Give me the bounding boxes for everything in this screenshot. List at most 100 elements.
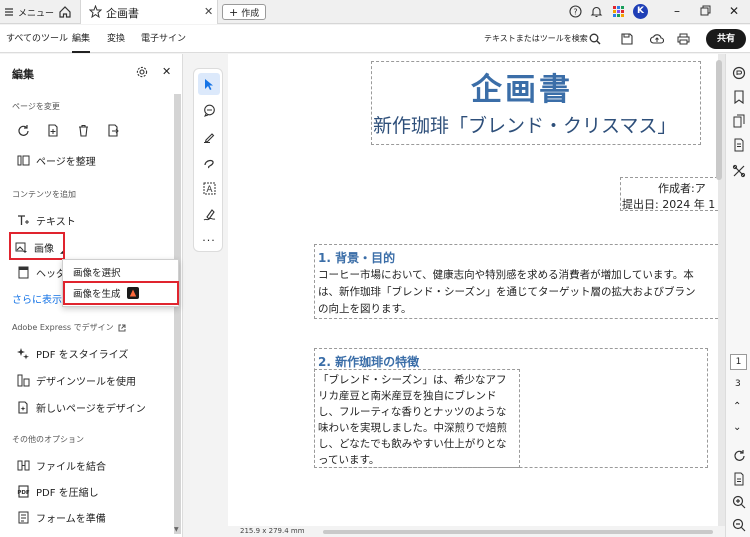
generate-image-highlight-box <box>63 281 179 305</box>
cursor-icon <box>203 78 215 91</box>
search-icon[interactable] <box>589 33 601 45</box>
close-panel-icon[interactable]: ✕ <box>162 65 171 78</box>
minimize-icon[interactable]: – <box>674 4 680 18</box>
author-line: 作成者:ア <box>658 182 706 195</box>
more-tools-icon[interactable]: ··· <box>198 229 220 251</box>
tools-icon[interactable] <box>732 164 746 178</box>
freehand-icon <box>203 156 216 169</box>
page-down-icon[interactable]: ⌄ <box>733 422 741 433</box>
section2-line: 「ブレンド・シーズン」は、希少なアフ <box>318 374 507 386</box>
stylize-pdf-item[interactable]: PDF をスタイライズ <box>16 344 128 362</box>
text-tool-label: テキスト <box>36 216 76 228</box>
compress-icon: PDF <box>16 484 30 498</box>
restore-icon[interactable] <box>700 5 711 16</box>
svg-text:PDF: PDF <box>17 490 30 496</box>
insert-page-icon[interactable] <box>47 124 60 137</box>
search-tools-label[interactable]: テキストまたはツールを検索 <box>484 25 588 53</box>
upload-cloud-icon[interactable] <box>650 33 664 45</box>
header-footer-icon <box>16 265 30 279</box>
ai-assistant-icon[interactable] <box>732 66 746 80</box>
image-highlight-box <box>9 232 65 260</box>
select-image-option[interactable]: 画像を選択 <box>73 265 121 279</box>
main-toolbar: すべてのツール 編集 変換 電子サイン テキストまたはツールを検索 共有 <box>0 25 750 53</box>
save-icon[interactable] <box>621 33 633 45</box>
document-scrollbar[interactable] <box>716 60 722 180</box>
right-tools-rail: 1 3 ⌃ ⌄ <box>725 54 750 537</box>
section2-heading: 2. 新作珈琲の特徴 <box>318 355 420 369</box>
rotate-icon[interactable] <box>17 124 30 137</box>
star-icon[interactable] <box>89 5 102 18</box>
menu-button[interactable]: メニュー <box>4 0 54 24</box>
sign-tool-button[interactable] <box>198 203 220 225</box>
new-tab-button[interactable]: + 作成 <box>222 4 267 20</box>
tab-document[interactable]: 企画書 ✕ <box>80 0 218 24</box>
comment-tool-button[interactable] <box>198 99 220 121</box>
show-more-link[interactable]: さらに表示 <box>12 291 62 306</box>
menu-edit[interactable]: 編集 <box>72 25 91 53</box>
account-avatar[interactable]: K <box>633 4 648 19</box>
organize-label: ページを整理 <box>36 156 96 168</box>
text-tool-icon <box>16 213 30 227</box>
scroll-down-arrow-icon[interactable]: ▼ <box>174 526 179 533</box>
bookmark-icon[interactable] <box>732 90 746 104</box>
attachments-icon[interactable] <box>732 138 746 152</box>
select-tool-button[interactable] <box>198 73 220 95</box>
new-tab-label: 作成 <box>241 8 260 19</box>
apps-grid-icon[interactable] <box>612 5 625 18</box>
design-tools-item[interactable]: デザインツールを使用 <box>16 371 136 389</box>
highlight-tool-button[interactable] <box>198 125 220 147</box>
settings-gear-icon[interactable] <box>136 66 148 78</box>
plus-icon: + <box>229 5 239 19</box>
menu-e-sign[interactable]: 電子サイン <box>141 25 186 53</box>
menu-label: メニュー <box>18 8 55 19</box>
refresh-icon[interactable] <box>732 448 746 462</box>
section1-line: コーヒー市場において、健康志向や特別感を求める消費者が増加しています。本 <box>318 269 694 281</box>
delete-icon[interactable] <box>77 124 90 137</box>
draw-tool-button[interactable] <box>198 151 220 173</box>
share-button[interactable]: 共有 <box>706 29 746 49</box>
prepare-form-item[interactable]: フォームを準備 <box>16 508 106 526</box>
panel-scrollbar[interactable] <box>174 94 181 534</box>
page-view-icon[interactable] <box>732 472 746 486</box>
thumbnails-icon[interactable] <box>732 114 746 128</box>
sparkle-icon <box>16 346 30 360</box>
combine-files-item[interactable]: ファイルを結合 <box>16 456 106 474</box>
compress-pdf-item[interactable]: PDF PDF を圧縮し <box>16 482 99 500</box>
svg-text:A: A <box>206 185 213 195</box>
horizontal-scrollbar[interactable] <box>323 530 713 534</box>
status-bar: 215.9 x 279.4 mm <box>228 526 725 537</box>
page-up-icon[interactable]: ⌃ <box>733 401 741 412</box>
title-bar: メニュー 企画書 ✕ + 作成 ? K – ✕ <box>0 0 750 24</box>
organize-pages-item[interactable]: ページを整理 <box>16 151 96 169</box>
design-tools-icon <box>16 373 30 387</box>
combine-icon <box>16 458 30 472</box>
add-text-item[interactable]: テキスト <box>16 211 76 229</box>
section2-line: リカ産豆と南米産豆を独自にブレンド <box>318 390 497 402</box>
extract-page-icon[interactable] <box>107 124 120 137</box>
home-button[interactable] <box>58 0 72 24</box>
section-other-label: その他のオプション <box>12 435 84 444</box>
new-page-icon <box>16 400 30 414</box>
zoom-out-icon[interactable] <box>732 518 746 532</box>
help-icon[interactable]: ? <box>569 5 582 18</box>
home-icon <box>58 5 72 19</box>
text-box-tool-button[interactable]: A <box>198 177 220 199</box>
section2-line: し、フルーティな香りとナッツのような <box>318 406 507 418</box>
close-window-icon[interactable]: ✕ <box>729 4 739 18</box>
close-tab-icon[interactable]: ✕ <box>204 5 213 18</box>
new-page-design-item[interactable]: 新しいページをデザイン <box>16 398 146 416</box>
menu-all-tools[interactable]: すべてのツール <box>6 25 68 53</box>
print-icon[interactable] <box>677 33 690 45</box>
section2-line: し、どなたでも飲みやすい仕上がりとな <box>318 438 507 450</box>
section1-line: の向上を図ります。 <box>318 303 412 315</box>
stylize-label: PDF をスタイライズ <box>36 349 129 361</box>
zoom-in-icon[interactable] <box>732 495 746 509</box>
current-page-input[interactable]: 1 <box>730 354 747 370</box>
section1-heading: 1. 背景・目的 <box>318 251 396 265</box>
add-header-item[interactable]: ヘッダ <box>16 263 66 281</box>
menu-convert[interactable]: 変換 <box>107 25 125 53</box>
pen-icon <box>203 130 216 143</box>
tab-title: 企画書 <box>106 7 139 20</box>
bell-icon[interactable] <box>590 5 603 18</box>
comment-icon <box>203 104 216 117</box>
